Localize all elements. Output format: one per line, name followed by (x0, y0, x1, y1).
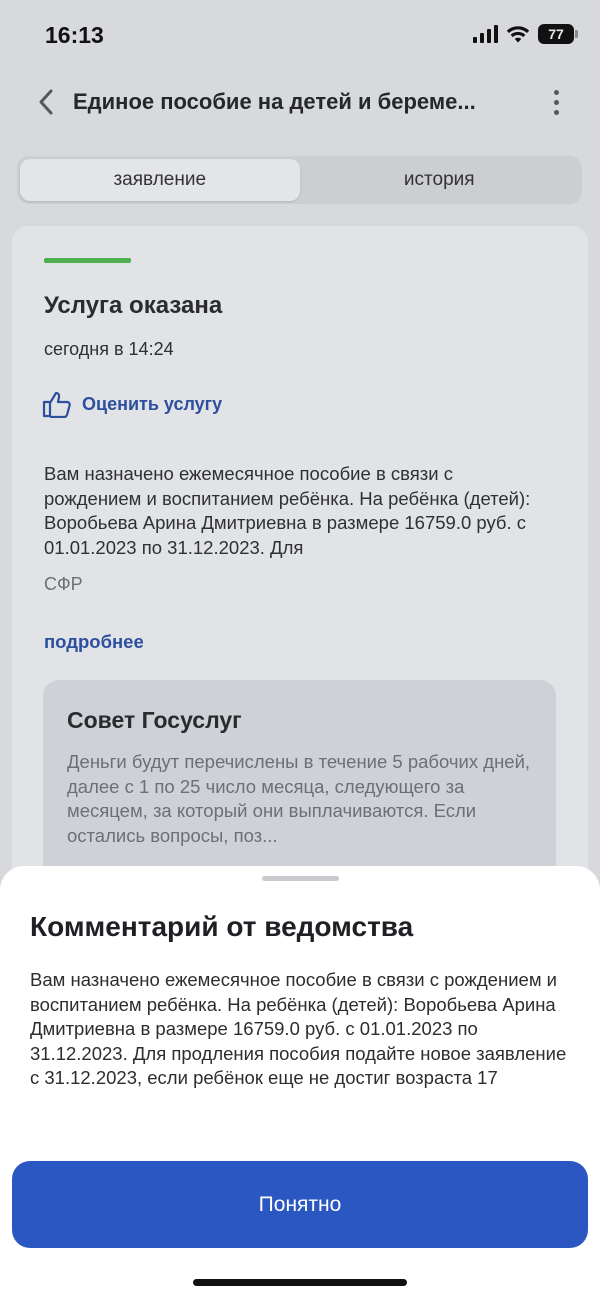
tab-history[interactable]: история (300, 159, 580, 201)
status-date: сегодня в 14:24 (44, 339, 174, 359)
rate-service-button[interactable]: Оценить услугу (42, 390, 222, 418)
thumbs-up-icon (42, 391, 71, 418)
understood-button[interactable]: Понятно (12, 1161, 588, 1248)
page-title: Единое пособие на детей и береме... (73, 89, 476, 114)
sheet-title: Комментарий от ведомства (30, 911, 414, 942)
status-time: 16:13 (45, 22, 104, 48)
card-body-text: Вам назначено ежемесячное пособие в связ… (44, 463, 531, 558)
organization-label: СФР (44, 574, 83, 594)
rate-service-label: Оценить услугу (82, 393, 223, 414)
tab-bar: заявление история (17, 156, 582, 204)
home-indicator (193, 1279, 407, 1286)
more-menu-button[interactable] (540, 84, 572, 120)
status-icons: 77 (473, 24, 578, 44)
sheet-drag-handle[interactable] (262, 876, 339, 881)
sheet-comment-text: Вам назначено ежемесячное пособие в связ… (30, 969, 567, 1088)
more-details-link[interactable]: подробнее (44, 631, 144, 653)
status-title: Услуга оказана (44, 292, 223, 319)
more-vertical-icon (553, 89, 559, 95)
chevron-left-icon (39, 89, 53, 115)
signal-icon (473, 25, 498, 43)
status-indicator (44, 258, 131, 263)
tab-application[interactable]: заявление (20, 159, 300, 201)
back-button[interactable] (30, 84, 62, 120)
battery-icon: 77 (538, 24, 578, 44)
wifi-icon (506, 26, 530, 43)
advice-title: Совет Госуслуг (67, 707, 242, 733)
advice-text: Деньги будут перечислены в течение 5 раб… (67, 751, 531, 846)
